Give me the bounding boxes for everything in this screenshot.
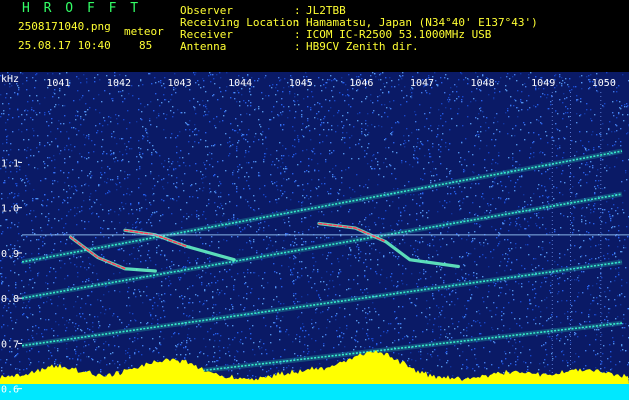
x-tick-label-1: 1042 <box>107 78 131 89</box>
y-axis-label: kHz <box>1 74 19 85</box>
y-tick-label-1: 1.0 <box>1 204 19 215</box>
x-tick-label-2: 1043 <box>168 78 192 89</box>
x-tick-label-3: 1044 <box>228 78 252 89</box>
x-tick-label-0: 1041 <box>46 78 70 89</box>
y-tick-label-3: 0.8 <box>1 294 19 305</box>
app-title: H R O F F T <box>22 1 142 16</box>
y-tick-label-0: 1.1 <box>1 158 19 169</box>
filename-label: 2508171040.png <box>18 20 111 33</box>
y-tick-label-4: 0.7 <box>1 339 19 350</box>
histogram-base <box>0 384 629 400</box>
x-tick-label-8: 1049 <box>531 78 555 89</box>
x-tick-label-9: 1050 <box>592 78 616 89</box>
x-tick-label-4: 1045 <box>289 78 313 89</box>
antenna-label: Antenna <box>180 40 227 53</box>
header-panel: H R O F F T 2508171040.png meteor 25.08.… <box>0 0 629 72</box>
colon-3: : <box>294 40 301 53</box>
y-tick-label-5: 0.6 <box>1 385 19 396</box>
x-tick-label-5: 1046 <box>349 78 373 89</box>
x-tick-label-6: 1047 <box>410 78 434 89</box>
x-tick-label-7: 1048 <box>471 78 495 89</box>
mode-label: meteor <box>124 25 164 38</box>
spectrogram-background <box>0 72 629 400</box>
count-label: 85 <box>139 39 153 52</box>
timestamp-label: 25.08.17 10:40 <box>18 39 111 52</box>
antenna-value: HB9CV Zenith dir. <box>306 40 419 53</box>
y-tick-label-2: 0.9 <box>1 249 19 260</box>
